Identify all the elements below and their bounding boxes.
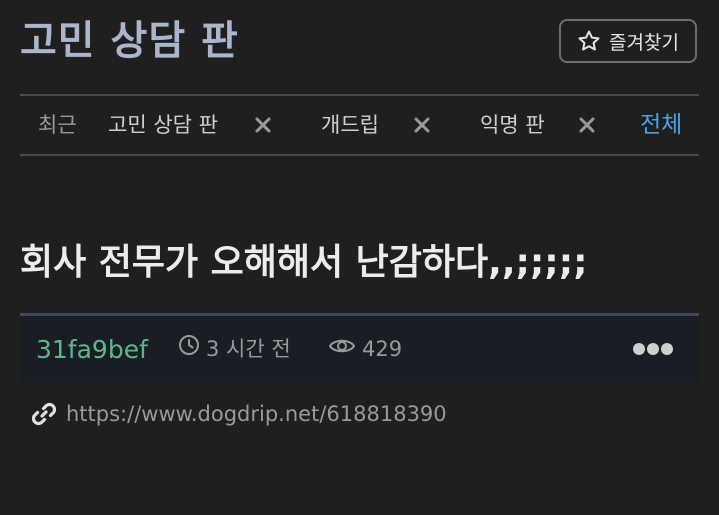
view-count-text: 429 <box>362 337 403 361</box>
post-title: 회사 전무가 오해해서 난감하다,,;;;;; <box>20 242 588 283</box>
recent-item-anonymous[interactable]: 익명 판 <box>480 96 545 154</box>
post-time-text: 3 시간 전 <box>206 337 291 361</box>
permalink[interactable]: https://www.dogdrip.net/618818390 <box>30 400 447 428</box>
close-icon[interactable] <box>254 116 272 134</box>
recent-boards-bar: 최근 고민 상담 판 개드립 익명 판 전체 <box>20 94 699 156</box>
close-icon[interactable] <box>413 116 431 134</box>
favorite-button[interactable]: 즐겨찾기 <box>559 19 697 63</box>
author-name[interactable]: 31fa9bef <box>36 316 148 383</box>
link-icon <box>30 400 58 428</box>
recent-label: 최근 <box>38 113 77 137</box>
more-icon[interactable] <box>632 340 674 358</box>
page: 고민 상담 판 즐겨찾기 최근 고민 상담 판 개드립 익명 판 전체 회사 전… <box>0 0 719 515</box>
board-title[interactable]: 고민 상담 판 <box>20 14 239 68</box>
close-icon[interactable] <box>578 116 596 134</box>
eye-icon <box>328 316 356 383</box>
all-boards-link[interactable]: 전체 <box>640 96 682 154</box>
view-count: 429 <box>328 316 402 383</box>
post-time: 3 시간 전 <box>178 316 291 383</box>
recent-item-gaedrip[interactable]: 개드립 <box>321 96 379 154</box>
clock-icon <box>178 316 200 383</box>
star-icon <box>577 29 601 53</box>
favorite-label: 즐겨찾기 <box>609 31 679 54</box>
permalink-url[interactable]: https://www.dogdrip.net/618818390 <box>66 402 447 426</box>
post-meta-bar: 31fa9bef 3 시간 전 429 <box>20 313 699 383</box>
recent-item-gomin[interactable]: 고민 상담 판 <box>108 96 218 154</box>
